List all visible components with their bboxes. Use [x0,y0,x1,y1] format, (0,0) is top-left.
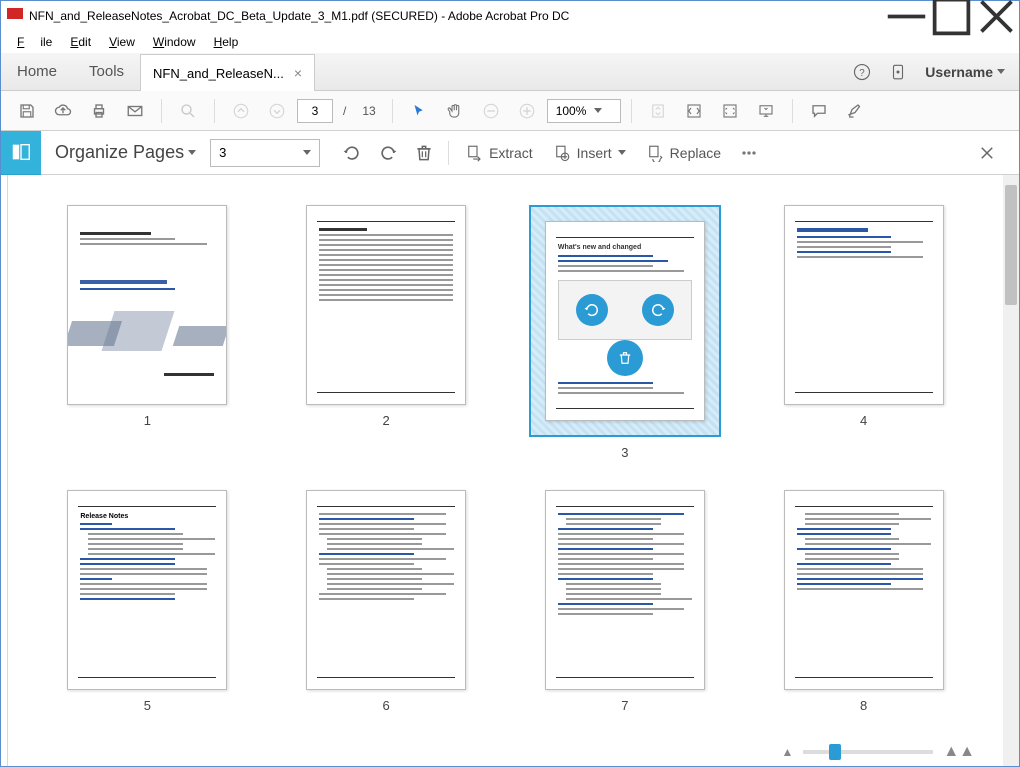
highlight-icon[interactable] [839,95,871,127]
organize-title[interactable]: Organize Pages [55,142,196,163]
tab-document[interactable]: NFN_and_ReleaseN... × [140,54,315,91]
user-menu[interactable]: Username [925,64,1005,80]
menu-bar: File Edit View Window Help [1,31,1019,53]
thumbnail-label: 7 [621,698,628,713]
minimize-button[interactable] [884,1,929,31]
chevron-down-icon [997,69,1005,74]
print-icon[interactable] [83,95,115,127]
cloud-upload-icon[interactable] [47,95,79,127]
search-icon[interactable] [172,95,204,127]
hand-tool-icon[interactable] [439,95,471,127]
main-toolbar: / 13 100% [1,91,1019,131]
content-area: 1 2 What's new and changed [1,175,1019,766]
zoom-in-icon[interactable] [511,95,543,127]
page-down-icon[interactable] [261,95,293,127]
menu-view[interactable]: View [101,33,143,51]
thumbnail-label: 3 [621,445,628,460]
fit-visible-icon[interactable] [714,95,746,127]
organize-mode-tab[interactable] [1,131,41,175]
tab-close-icon[interactable]: × [294,65,302,81]
tab-home[interactable]: Home [1,53,73,90]
page-heading: What's new and changed [558,244,692,251]
thumbnail-page-3[interactable]: What's new and changed [526,205,725,460]
maximize-button[interactable] [929,1,974,31]
delete-icon[interactable] [406,135,442,171]
thumbnail-label: 6 [383,698,390,713]
thumbnail-page-1[interactable]: 1 [48,205,247,460]
thumbnail-page-5[interactable]: Release Notes 5 [48,490,247,713]
thumbnails-panel[interactable]: 1 2 What's new and changed [7,175,1003,766]
rotate-cw-icon[interactable] [370,135,406,171]
extract-button[interactable]: Extract [455,135,543,171]
page-range-select[interactable]: 3 [210,139,320,167]
chevron-down-icon [594,108,602,113]
selection-tool-icon[interactable] [403,95,435,127]
notifications-icon[interactable] [889,63,907,81]
title-bar: NFN_and_ReleaseNotes_Acrobat_DC_Beta_Upd… [1,1,1019,31]
thumbnail-page-8[interactable]: 8 [764,490,963,713]
rotate-cw-icon [642,294,674,326]
thumbnail-page-6[interactable]: 6 [287,490,486,713]
comment-icon[interactable] [803,95,835,127]
more-options-icon[interactable] [731,135,767,171]
insert-button[interactable]: Insert [543,135,636,171]
thumbnail-page-7[interactable]: 7 [526,490,725,713]
svg-text:?: ? [860,67,866,78]
tab-document-label: NFN_and_ReleaseN... [153,66,284,81]
organize-toolbar: Organize Pages 3 Extract Insert Replace [1,131,1019,175]
zoom-out-icon[interactable] [475,95,507,127]
thumbnail-page-2[interactable]: 2 [287,205,486,460]
app-icon [7,8,23,24]
chevron-down-icon [188,150,196,155]
thumbnail-zoom-slider[interactable] [803,750,933,754]
thumbnail-page-4[interactable]: 4 [764,205,963,460]
read-mode-icon[interactable] [750,95,782,127]
rotate-ccw-icon [576,294,608,326]
tab-bar: Home Tools NFN_and_ReleaseN... × ? Usern… [1,53,1019,91]
zoom-small-icon[interactable]: ▲ [781,745,793,759]
thumbnail-label: 1 [144,413,151,428]
fit-page-icon[interactable] [642,95,674,127]
close-button[interactable] [974,1,1019,31]
fit-width-icon[interactable] [678,95,710,127]
thumbnail-label: 4 [860,413,867,428]
chevron-down-icon [303,150,311,155]
page-separator: / [343,104,346,118]
help-icon[interactable]: ? [853,63,871,81]
close-organize-icon[interactable] [969,135,1005,171]
menu-help[interactable]: Help [206,33,247,51]
zoom-large-icon[interactable]: ▲▲ [943,743,975,761]
page-heading: Release Notes [80,513,214,520]
thumbnail-label: 2 [383,413,390,428]
chevron-down-icon [618,150,626,155]
page-total: 13 [362,104,375,118]
thumbnail-label: 5 [144,698,151,713]
page-number-input[interactable] [297,99,333,123]
replace-button[interactable]: Replace [636,135,731,171]
tab-tools[interactable]: Tools [73,53,140,90]
page-up-icon[interactable] [225,95,257,127]
menu-file[interactable]: File [9,33,60,51]
vertical-scrollbar[interactable] [1003,175,1019,766]
save-icon[interactable] [11,95,43,127]
menu-edit[interactable]: Edit [62,33,99,51]
thumbnail-label: 8 [860,698,867,713]
window-title: NFN_and_ReleaseNotes_Acrobat_DC_Beta_Upd… [29,9,884,23]
menu-window[interactable]: Window [145,33,204,51]
email-icon[interactable] [119,95,151,127]
delete-icon [607,340,643,376]
zoom-select[interactable]: 100% [547,99,622,123]
thumbnail-zoom-bar: ▲ ▲▲ [771,738,985,766]
rotate-ccw-icon[interactable] [334,135,370,171]
